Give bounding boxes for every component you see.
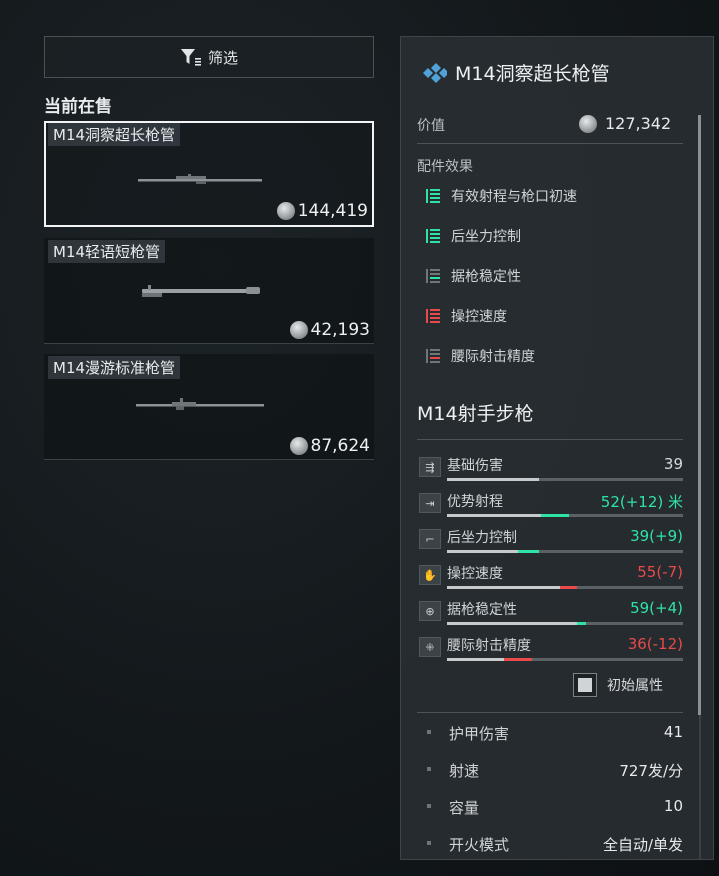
rarity-diamond-icon: [423, 62, 447, 83]
effects-label: 配件效果: [417, 159, 473, 175]
value-amount: 127,342: [605, 114, 672, 133]
coin-icon: [289, 321, 308, 339]
value-label: 价值: [417, 118, 445, 134]
stat-row: ⇶ 基础伤害 39: [419, 455, 683, 487]
item-detail-panel: M14洞察超长枪管 价值 127,342 配件效果 有效射程与枪口初速 后坐力控…: [400, 36, 714, 860]
value-display: 127,342: [579, 114, 671, 133]
positive-effect-icon: [426, 189, 440, 203]
listing-price-value: 42,193: [310, 320, 370, 340]
effect-label: 腰际射击精度: [451, 349, 535, 365]
coin-icon: [276, 202, 295, 220]
attribute-label: 容量: [449, 799, 480, 817]
stat-value: 55(-7): [637, 563, 683, 581]
weapon-barrel-image: [142, 285, 260, 297]
base-stats-toggle[interactable]: 初始属性: [573, 673, 663, 697]
stat-value: 39(+9): [630, 527, 683, 545]
stat-row: ⊕ 据枪稳定性 59(+4): [419, 599, 683, 631]
damage-icon: ⇶: [419, 457, 441, 477]
effect-item: 有效射程与枪口初速: [425, 186, 577, 206]
range-icon: ⇥: [419, 493, 441, 513]
effect-item: 据枪稳定性: [425, 266, 521, 286]
stat-label: 腰际射击精度: [447, 638, 531, 654]
stat-bar: [447, 658, 683, 661]
filter-icon: [180, 49, 201, 66]
listing-price: 42,193: [289, 320, 370, 340]
stat-row: ⇥ 优势射程 52(+12) 米: [419, 493, 683, 523]
stat-bar: [447, 478, 683, 481]
stat-bar: [447, 550, 683, 553]
effect-label: 后坐力控制: [451, 229, 521, 245]
neutral-effect-icon: [426, 349, 440, 363]
listing-card-0[interactable]: M14洞察超长枪管 144,419: [44, 121, 374, 227]
attribute-label: 射速: [449, 762, 480, 780]
base-stats-label: 初始属性: [607, 678, 663, 694]
attribute-value: 41: [663, 723, 683, 741]
section-title: 当前在售: [44, 97, 112, 117]
effect-label: 据枪稳定性: [451, 269, 521, 285]
base-stats-checkbox[interactable]: [573, 673, 597, 697]
stat-row: ✋ 操控速度 55(-7): [419, 563, 683, 595]
stat-label: 后坐力控制: [447, 530, 517, 546]
stat-value: 39: [663, 455, 683, 473]
detail-title: M14洞察超长枪管: [417, 59, 610, 86]
listing-name: M14洞察超长枪管: [48, 123, 181, 146]
stat-value: 59(+4): [630, 599, 683, 617]
negative-effect-icon: [426, 309, 440, 323]
stat-label: 操控速度: [447, 566, 503, 582]
weapon-barrel-image: [136, 398, 264, 410]
stat-label: 据枪稳定性: [447, 602, 517, 618]
stat-label: 优势射程: [447, 494, 503, 510]
stat-row: ⁜ 腰际射击精度 36(-12): [419, 635, 683, 667]
stat-value: 36(-12): [627, 635, 683, 653]
listing-price: 144,419: [276, 201, 368, 221]
detail-title-text: M14洞察超长枪管: [455, 63, 610, 85]
stat-value: 52(+12) 米: [600, 493, 683, 511]
attribute-value: 全自动/单发: [602, 836, 683, 854]
weapon-name: M14射手步枪: [417, 403, 534, 425]
attribute-label: 开火模式: [449, 836, 510, 854]
stat-row: ⌐ 后坐力控制 39(+9): [419, 527, 683, 559]
filter-label: 筛选: [207, 48, 238, 67]
attribute-value: 727发/分: [619, 762, 683, 780]
effect-item: 腰际射击精度: [425, 346, 535, 366]
neutral-effect-icon: [426, 269, 440, 283]
listing-price: 87,624: [289, 436, 370, 456]
effect-item: 操控速度: [425, 306, 507, 326]
coin-icon: [579, 114, 597, 133]
stat-label: 基础伤害: [447, 458, 503, 474]
positive-effect-icon: [426, 229, 440, 243]
coin-icon: [289, 437, 308, 455]
attribute-label: 护甲伤害: [449, 725, 510, 743]
listing-price-value: 144,419: [297, 201, 368, 221]
scrollbar-thumb[interactable]: [698, 115, 701, 715]
hipfire-icon: ⁜: [419, 637, 441, 657]
filter-button[interactable]: 筛选: [44, 36, 374, 78]
listing-name: M14漫游标准枪管: [48, 356, 181, 379]
effect-label: 有效射程与枪口初速: [451, 189, 577, 205]
stat-bar: [447, 514, 683, 517]
listing-name: M14轻语短枪管: [48, 240, 166, 263]
listing-card-1[interactable]: M14轻语短枪管 42,193: [44, 238, 374, 344]
handling-icon: ✋: [419, 565, 441, 585]
attribute-value: 10: [663, 797, 683, 815]
recoil-icon: ⌐: [419, 529, 441, 549]
listing-price-value: 87,624: [310, 436, 370, 456]
listing-card-2[interactable]: M14漫游标准枪管 87,624: [44, 354, 374, 460]
effect-label: 操控速度: [451, 309, 507, 325]
stat-bar: [447, 586, 683, 589]
weapon-barrel-image: [138, 174, 262, 184]
stat-bar: [447, 622, 683, 625]
effect-item: 后坐力控制: [425, 226, 521, 246]
stability-icon: ⊕: [419, 601, 441, 621]
